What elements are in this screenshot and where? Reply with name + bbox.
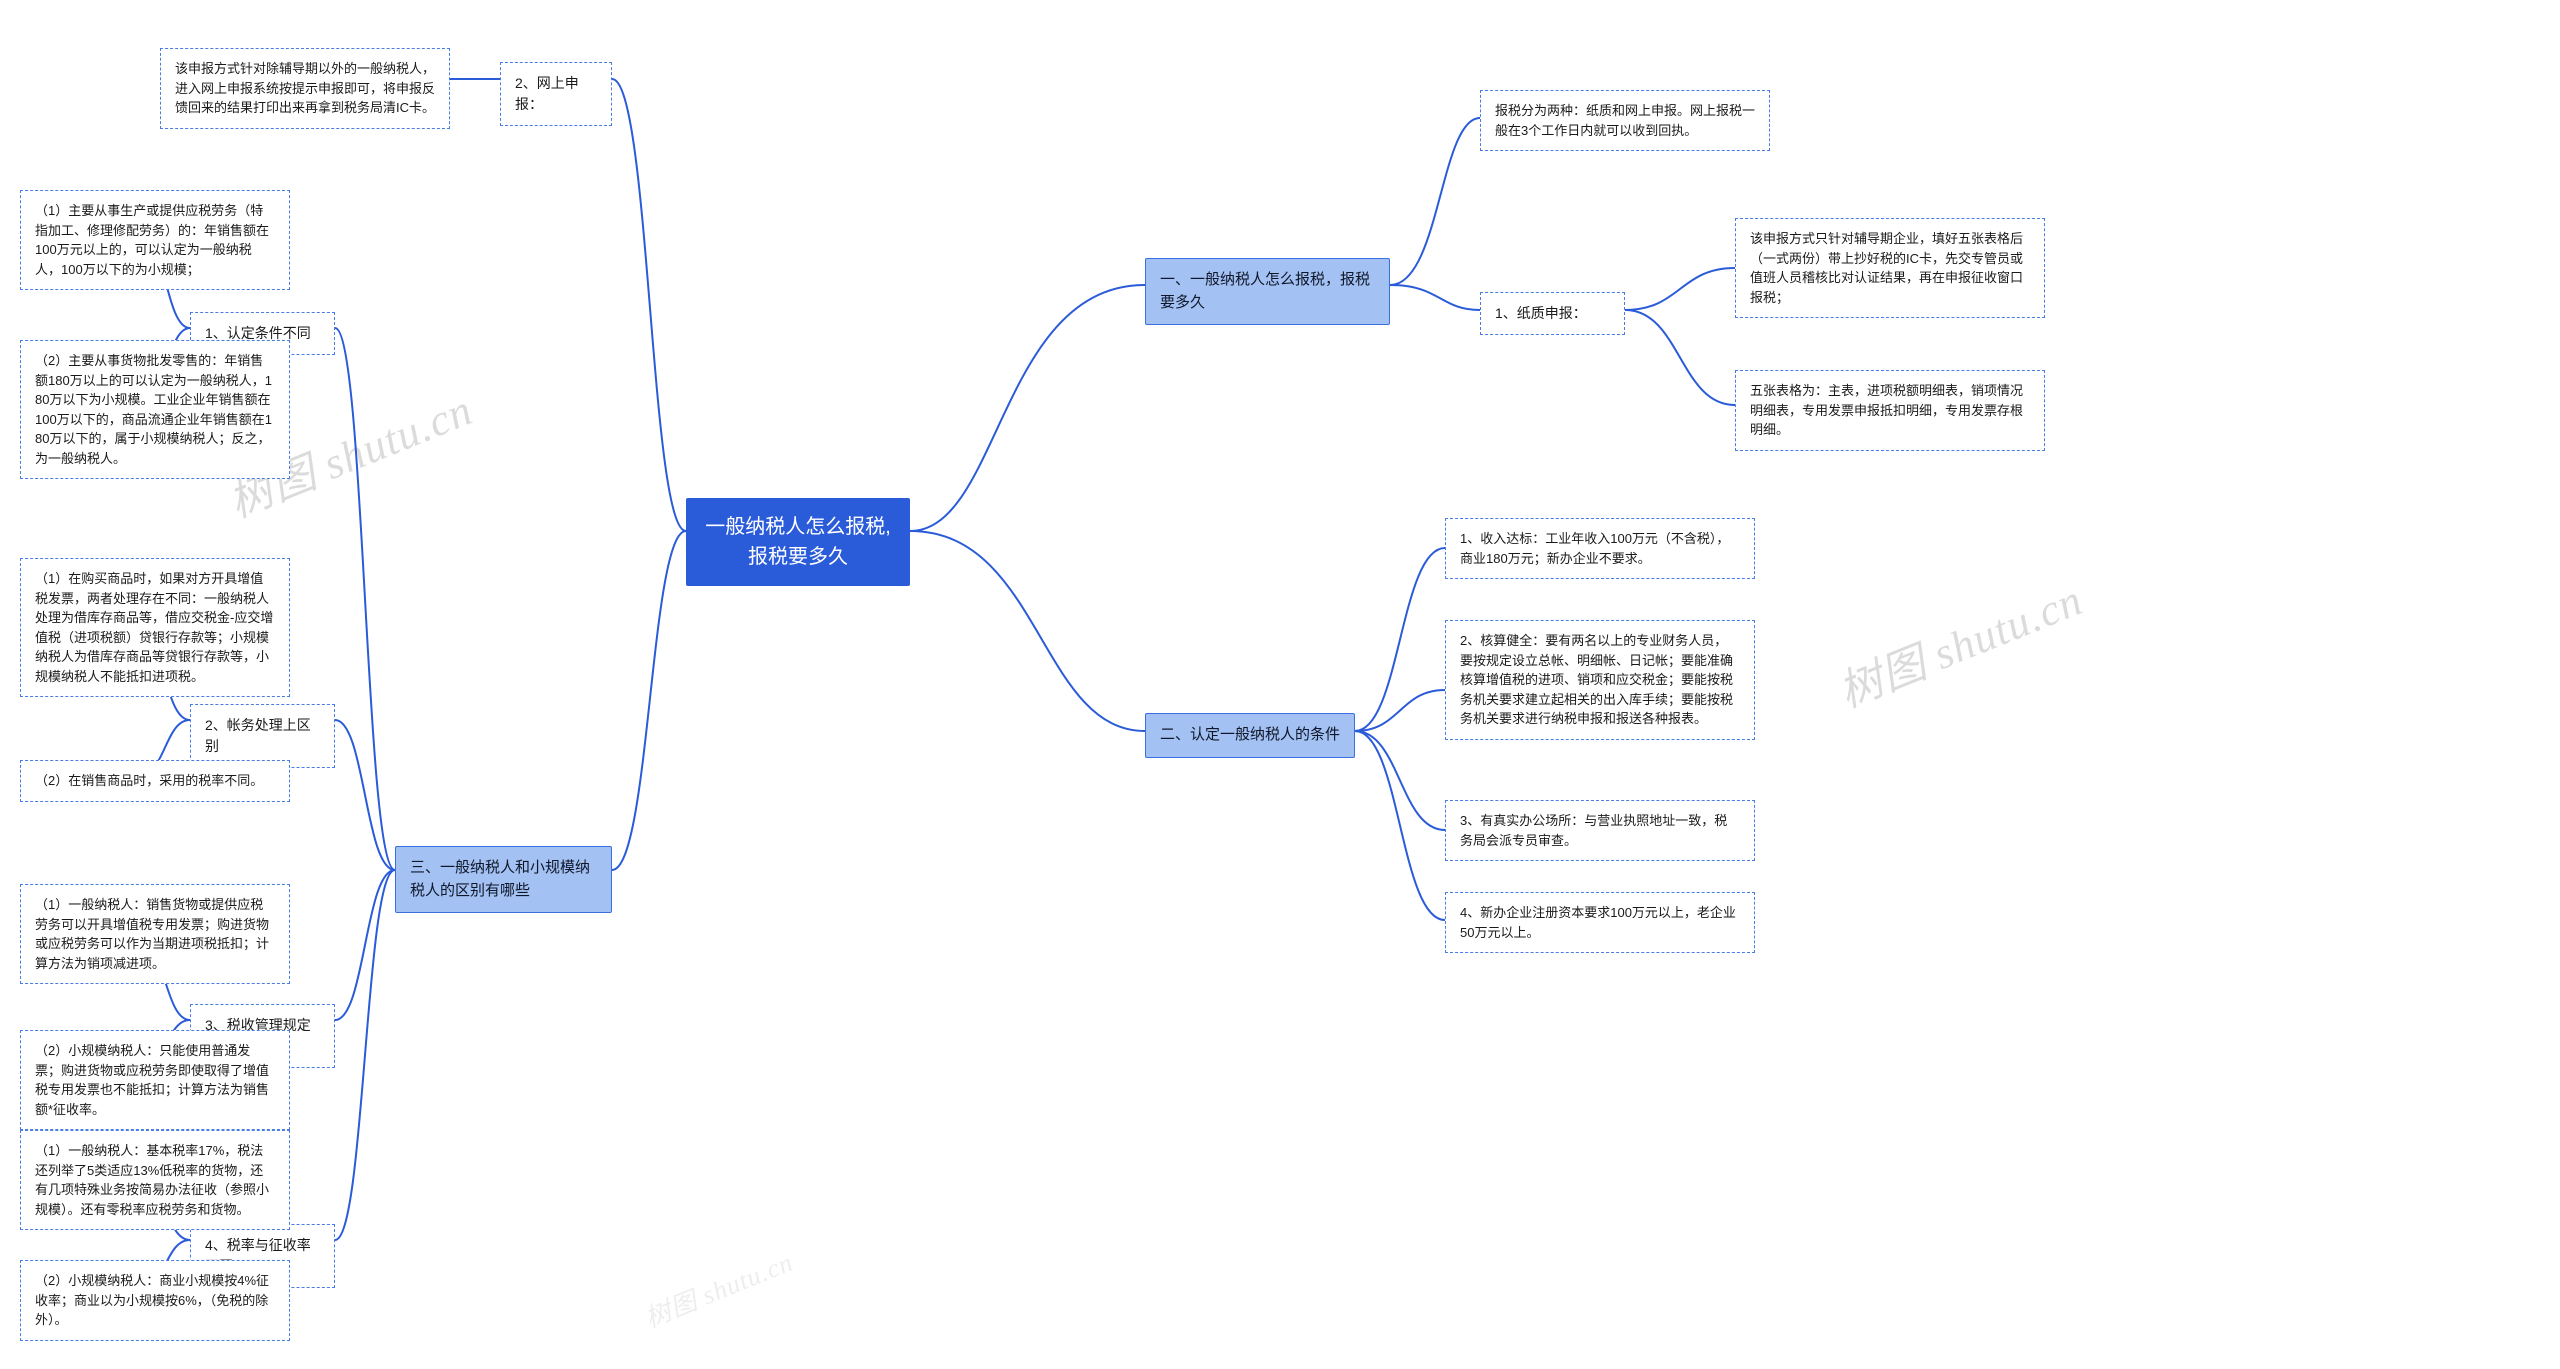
branch-2[interactable]: 二、认定一般纳税人的条件 xyxy=(1145,713,1355,758)
branch-1-sub-paper[interactable]: 1、纸质申报： xyxy=(1480,292,1625,335)
branch-3-sub-3-leaf-2: （2）小规模纳税人：只能使用普通发票；购进货物或应税劳务即使取得了增值税专用发票… xyxy=(20,1030,290,1130)
branch-2-leaf-4: 4、新办企业注册资本要求100万元以上，老企业50万元以上。 xyxy=(1445,892,1755,953)
branch-3-title: 三、一般纳税人和小规模纳税人的区别有哪些 xyxy=(410,859,590,899)
branch-3-sub-2-leaf-1: （1）在购买商品时，如果对方开具增值税发票，两者处理存在不同：一般纳税人处理为借… xyxy=(20,558,290,697)
branch-2-leaf-3: 3、有真实办公场所：与营业执照地址一致，税务局会派专员审查。 xyxy=(1445,800,1755,861)
watermark: 树图 shutu.cn xyxy=(1827,564,2090,720)
branch-3-sub-3-leaf-1: （1）一般纳税人：销售货物或提供应税劳务可以开具增值税专用发票；购进货物或应税劳… xyxy=(20,884,290,984)
branch-3[interactable]: 三、一般纳税人和小规模纳税人的区别有哪些 xyxy=(395,846,612,913)
root-node[interactable]: 一般纳税人怎么报税,报税要多久 xyxy=(686,498,910,586)
branch-1-sub-online-leaf: 该申报方式针对除辅导期以外的一般纳税人，进入网上申报系统按提示申报即可，将申报反… xyxy=(160,48,450,129)
branch-1-sub-paper-leaf-3: 五张表格为：主表，进项税额明细表，销项情况明细表，专用发票申报抵扣明细，专用发票… xyxy=(1735,370,2045,451)
branch-3-sub-2-leaf-2: （2）在销售商品时，采用的税率不同。 xyxy=(20,760,290,802)
branch-3-sub-2[interactable]: 2、帐务处理上区别 xyxy=(190,704,335,768)
branch-3-sub-1-leaf-2: （2）主要从事货物批发零售的：年销售额180万以上的可以认定为一般纳税人，180… xyxy=(20,340,290,479)
branch-1[interactable]: 一、一般纳税人怎么报税，报税要多久 xyxy=(1145,258,1390,325)
branch-3-sub-4-leaf-1: （1）一般纳税人：基本税率17%，税法还列举了5类适应13%低税率的货物，还有几… xyxy=(20,1130,290,1230)
branch-1-leaf-top: 报税分为两种：纸质和网上申报。网上报税一般在3个工作日内就可以收到回执。 xyxy=(1480,90,1770,151)
branch-1-title: 一、一般纳税人怎么报税，报税要多久 xyxy=(1160,271,1370,311)
branch-2-leaf-1: 1、收入达标：工业年收入100万元（不含税），商业180万元；新办企业不要求。 xyxy=(1445,518,1755,579)
branch-2-leaf-2: 2、核算健全：要有两名以上的专业财务人员，要按规定设立总帐、明细帐、日记帐；要能… xyxy=(1445,620,1755,740)
watermark: 树图 shutu.cn xyxy=(639,1242,798,1335)
branch-1-sub-paper-leaf-2: 该申报方式只针对辅导期企业，填好五张表格后（一式两份）带上抄好税的IC卡，先交专… xyxy=(1735,218,2045,318)
branch-2-title: 二、认定一般纳税人的条件 xyxy=(1160,726,1340,743)
branch-3-sub-1-leaf-1: （1）主要从事生产或提供应税劳务（特指加工、修理修配劳务）的：年销售额在100万… xyxy=(20,190,290,290)
root-title: 一般纳税人怎么报税,报税要多久 xyxy=(705,516,891,568)
connectors xyxy=(0,0,2560,1369)
branch-1-sub-online[interactable]: 2、网上申报： xyxy=(500,62,612,126)
branch-3-sub-4-leaf-2: （2）小规模纳税人：商业小规模按4%征收率；商业以为小规模按6%，（免税的除外）… xyxy=(20,1260,290,1341)
